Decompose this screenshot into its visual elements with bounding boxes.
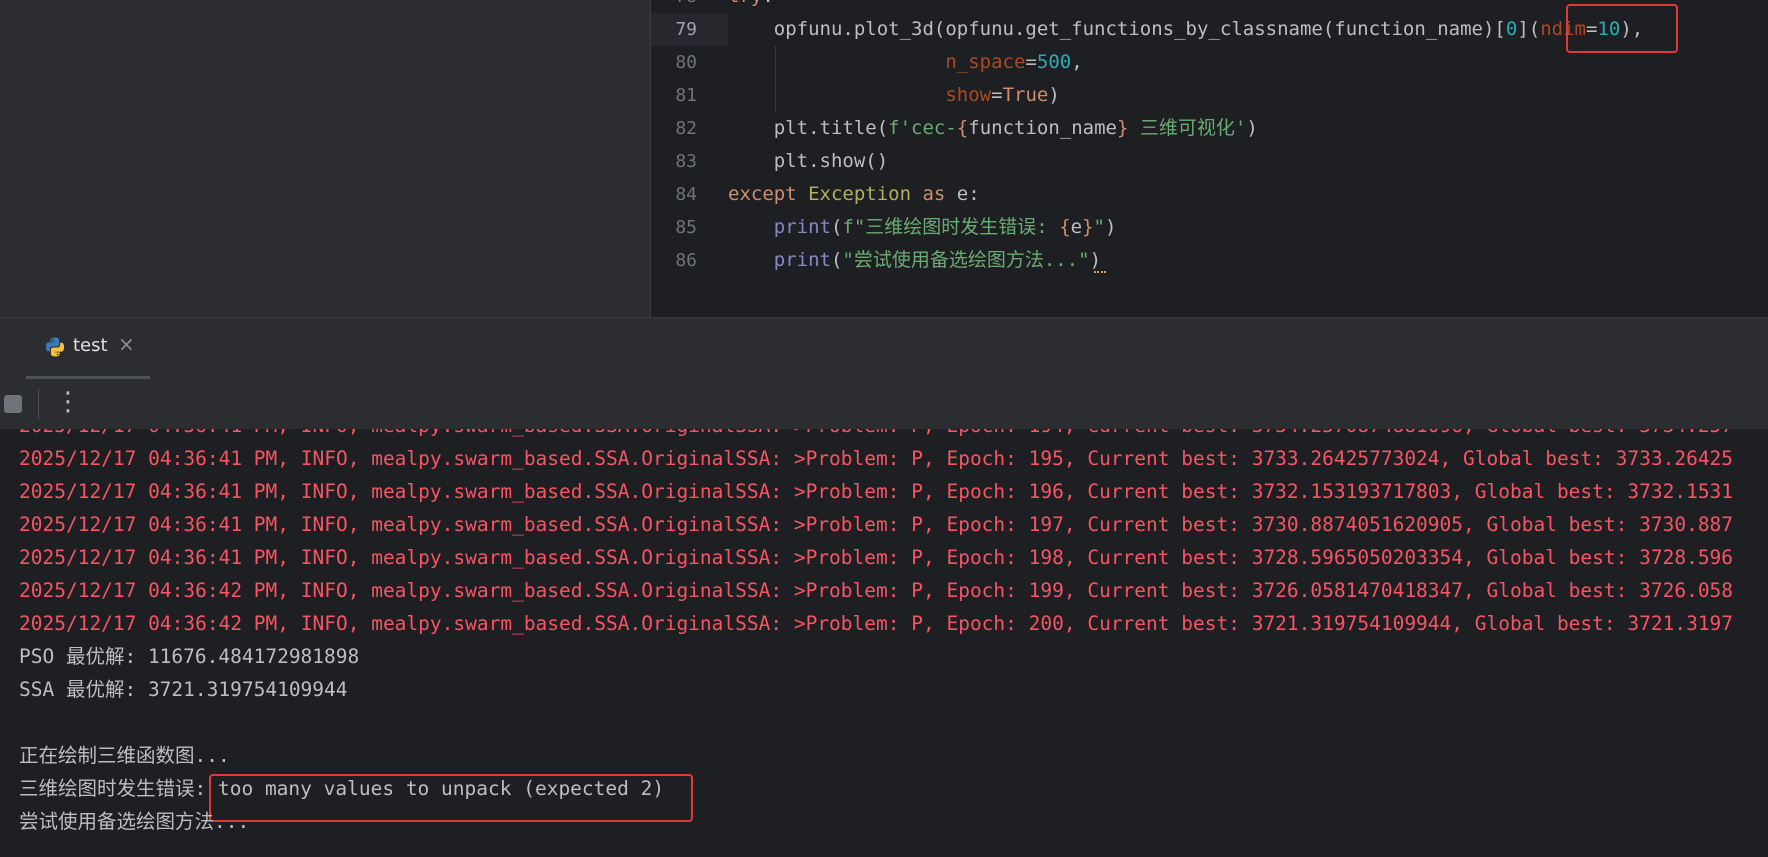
code-token: 0 bbox=[1505, 18, 1518, 40]
code-token: "尝试使用备选绘图方法..." bbox=[842, 249, 1090, 271]
code-line[interactable]: except Exception as e: bbox=[728, 178, 980, 211]
toolbar-divider bbox=[38, 389, 39, 419]
console-log-line: 2025/12/17 04:36:41 PM, INFO, mealpy.swa… bbox=[19, 429, 1733, 442]
tab-label: test bbox=[73, 335, 108, 356]
code-token: except bbox=[728, 183, 809, 205]
run-console[interactable]: 2025/12/17 04:36:41 PM, INFO, mealpy.swa… bbox=[0, 429, 1768, 857]
code-line[interactable]: plt.show() bbox=[728, 145, 888, 178]
console-log-line: 2025/12/17 04:36:42 PM, INFO, mealpy.swa… bbox=[19, 612, 1734, 635]
code-token: } bbox=[1116, 117, 1129, 139]
line-number: 82 bbox=[675, 118, 697, 139]
run-tool-window-tabbar: test × bbox=[0, 317, 1768, 380]
code-line[interactable]: n_space=500, bbox=[728, 46, 1083, 79]
code-line[interactable]: opfunu.plot_3d(opfunu.get_functions_by_c… bbox=[728, 13, 1643, 46]
line-number: 80 bbox=[675, 52, 697, 73]
warning-squiggle bbox=[1094, 268, 1106, 273]
line-number: 78 bbox=[651, 0, 697, 13]
code-token: ]( bbox=[1517, 18, 1541, 40]
line-number: 86 bbox=[675, 250, 697, 271]
line-number: 81 bbox=[675, 85, 697, 106]
console-log-line: 2025/12/17 04:36:41 PM, INFO, mealpy.swa… bbox=[19, 546, 1734, 569]
console-log-line: 2025/12/17 04:36:42 PM, INFO, mealpy.swa… bbox=[19, 579, 1734, 602]
stop-icon[interactable] bbox=[4, 395, 22, 413]
code-line[interactable]: print("尝试使用备选绘图方法...") bbox=[728, 244, 1101, 277]
code-token: n_space bbox=[945, 51, 1026, 73]
code-token: function_name bbox=[968, 117, 1117, 139]
line-number: 84 bbox=[675, 184, 697, 205]
console-output-line: SSA 最优解: 3721.319754109944 bbox=[19, 678, 348, 701]
code-token: = bbox=[1025, 51, 1037, 73]
code-token: } bbox=[1082, 216, 1094, 238]
console-output-line: 三维绘图时发生错误: too many values to unpack (ex… bbox=[19, 777, 665, 800]
code-token: Exception bbox=[808, 183, 912, 205]
code-token: ( bbox=[830, 216, 843, 238]
more-options-icon[interactable]: ⋮ bbox=[55, 387, 81, 417]
code-token: e: bbox=[956, 183, 980, 205]
code-token: opfunu.plot_3d(opfunu.get_functions_by_c… bbox=[728, 18, 1506, 40]
python-icon bbox=[45, 337, 65, 357]
code-line[interactable]: print(f"三维绘图时发生错误: {e}") bbox=[728, 211, 1117, 244]
code-token: = bbox=[991, 84, 1003, 106]
code-token: ( bbox=[830, 249, 843, 271]
console-log-line: 2025/12/17 04:36:41 PM, INFO, mealpy.swa… bbox=[19, 480, 1734, 503]
project-panel bbox=[0, 0, 651, 317]
code-token: : bbox=[762, 0, 773, 7]
code-token: e bbox=[1070, 216, 1083, 238]
tab-test[interactable]: test × bbox=[26, 318, 150, 379]
code-token: " bbox=[1093, 216, 1105, 238]
console-output-line: 正在绘制三维函数图... bbox=[19, 744, 230, 767]
console-output-line: PSO 最优解: 11676.484172981898 bbox=[19, 645, 360, 668]
line-number: 79 bbox=[675, 19, 697, 40]
code-token: 三维可视化' bbox=[1128, 117, 1247, 139]
code-token: { bbox=[956, 117, 969, 139]
code-token: ) bbox=[1048, 84, 1060, 106]
console-log-line: 2025/12/17 04:36:41 PM, INFO, mealpy.swa… bbox=[19, 513, 1734, 536]
code-line[interactable]: plt.title(f'cec-{function_name} 三维可视化') bbox=[728, 112, 1258, 145]
code-token: ) bbox=[1105, 216, 1117, 238]
highlight-box-ndim bbox=[1566, 4, 1678, 53]
code-line[interactable]: try: bbox=[728, 0, 774, 13]
code-token: print bbox=[773, 249, 831, 271]
code-token: ) bbox=[1246, 117, 1258, 139]
code-line[interactable]: show=True) bbox=[728, 79, 1060, 112]
indent-guide bbox=[775, 46, 776, 112]
code-token: plt.title( bbox=[728, 117, 889, 139]
line-number: 85 bbox=[675, 217, 697, 238]
code-token: plt.show() bbox=[728, 150, 889, 172]
line-number: 83 bbox=[675, 151, 697, 172]
code-token: , bbox=[1071, 51, 1083, 73]
code-token: as bbox=[911, 183, 957, 205]
code-token: { bbox=[1059, 216, 1071, 238]
code-token: f'cec- bbox=[888, 117, 957, 139]
console-output-line: 尝试使用备选绘图方法... bbox=[19, 810, 250, 833]
code-editor[interactable]: 78 79 80 81 82 83 84 85 86 try: opfunu.plot_3d(o… bbox=[0, 0, 1768, 317]
code-token: print bbox=[773, 216, 831, 238]
close-icon[interactable]: × bbox=[118, 332, 135, 356]
code-token: True bbox=[1002, 84, 1049, 106]
console-log-line: 2025/12/17 04:36:41 PM, INFO, mealpy.swa… bbox=[19, 447, 1734, 470]
code-token: f"三维绘图时发生错误: bbox=[842, 216, 1060, 238]
code-token: 500 bbox=[1036, 51, 1072, 73]
run-toolbar: ⋮ bbox=[0, 379, 1768, 429]
code-token: show bbox=[945, 84, 992, 106]
code-token: try bbox=[728, 0, 762, 7]
